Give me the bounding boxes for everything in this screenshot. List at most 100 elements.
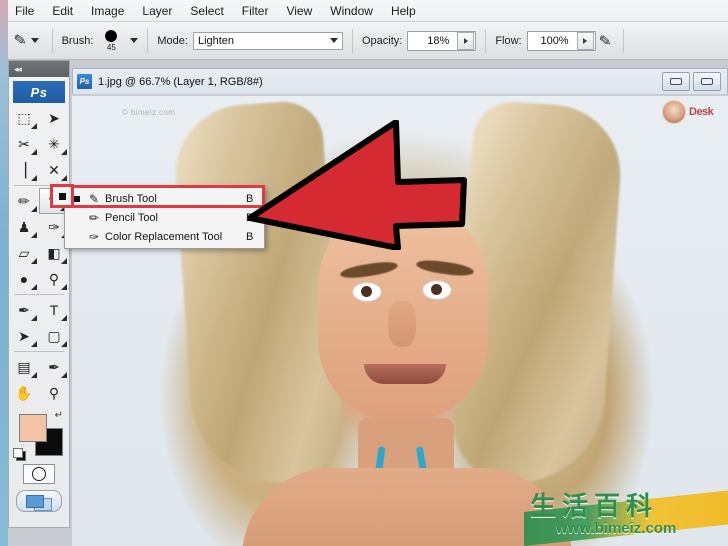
brush-tip-icon: [105, 29, 118, 42]
brush-picker-chevron-icon[interactable]: [130, 38, 139, 43]
quick-mask-toggle[interactable]: [9, 464, 69, 484]
menu-file[interactable]: File: [6, 2, 43, 20]
tool-more-icon: [61, 149, 67, 155]
tool-notes[interactable]: ▤: [9, 354, 39, 380]
brush-preview[interactable]: 45: [98, 29, 124, 52]
red-arrow-annotation: [248, 120, 467, 250]
flyout-item-pencil-tool[interactable]: ✏ Pencil Tool B: [65, 208, 264, 227]
blend-mode-select[interactable]: Lighten: [192, 31, 343, 50]
avatar-icon: [662, 100, 686, 124]
tool-more-icon: [31, 149, 37, 155]
tool-more-icon: [31, 315, 37, 321]
tool-more-icon: [31, 232, 37, 238]
tool-more-icon: [31, 175, 37, 181]
quick-mask-button[interactable]: [23, 464, 55, 484]
tool-lasso[interactable]: ✂: [9, 131, 39, 157]
menu-edit[interactable]: Edit: [43, 2, 82, 20]
watermark-url: www.bimeiz.com: [556, 520, 677, 537]
opacity-value[interactable]: 18%: [408, 35, 456, 47]
tool-clone-stamp[interactable]: ♟: [9, 214, 39, 240]
screen-mode-icon[interactable]: [16, 490, 62, 512]
toolbox-divider-3: [14, 351, 64, 352]
color-swatches[interactable]: ↵: [9, 410, 69, 461]
collapse-icon[interactable]: ◂◂: [14, 64, 22, 75]
menu-layer[interactable]: Layer: [133, 2, 181, 20]
tool-shape[interactable]: ▢: [39, 323, 69, 349]
tool-magic-wand[interactable]: ✳: [39, 131, 69, 157]
tool-marquee[interactable]: ⬚: [9, 105, 39, 131]
flow-label: Flow:: [495, 34, 522, 47]
brush-tool-flyout-menu[interactable]: ✎ Brush Tool B ✏ Pencil Tool B ✑ Color R…: [64, 186, 265, 249]
tool-more-icon: [31, 341, 37, 347]
chevron-down-icon[interactable]: [30, 38, 39, 43]
tool-more-icon: [61, 258, 67, 264]
maximize-button[interactable]: [693, 72, 721, 91]
airbrush-icon[interactable]: ✎: [595, 31, 615, 51]
tool-blur[interactable]: ●: [9, 266, 39, 292]
menu-select[interactable]: Select: [181, 2, 232, 20]
flow-stepper[interactable]: [576, 31, 594, 50]
tool-more-icon: [31, 372, 37, 378]
options-divider-2: [147, 28, 149, 53]
tool-more-icon: [31, 284, 37, 290]
flyout-item-brush-tool[interactable]: ✎ Brush Tool B: [65, 189, 264, 208]
tool-more-icon: [61, 372, 67, 378]
minimize-button[interactable]: [662, 72, 690, 91]
pencil-icon: ✏: [88, 210, 100, 225]
menu-view[interactable]: View: [277, 2, 321, 20]
menu-image[interactable]: Image: [82, 2, 133, 20]
document-icon: Ps: [77, 74, 92, 89]
active-tool-preset-picker[interactable]: ✎: [10, 31, 43, 50]
tool-more-icon: [61, 315, 67, 321]
menu-help[interactable]: Help: [382, 2, 425, 20]
blend-mode-value: Lighten: [197, 34, 235, 47]
photo-shoulders: [242, 468, 572, 546]
toolbox-highlight-box: [50, 184, 74, 208]
toolbox-group-selection[interactable]: ⬚ ➤ ✂ ✳ ⎟ ✕: [9, 105, 69, 183]
flyout-item-color-replacement-tool[interactable]: ✑ Color Replacement Tool B: [65, 227, 264, 246]
window-controls[interactable]: [662, 72, 723, 91]
tool-more-icon: [61, 284, 67, 290]
photo-mouth: [364, 364, 446, 384]
flow-value[interactable]: 100%: [528, 35, 576, 47]
tool-eraser[interactable]: ▱: [9, 240, 39, 266]
stepper-arrow-icon: [583, 37, 588, 44]
default-white-icon: [13, 448, 23, 458]
screen-mode-toggle[interactable]: [9, 490, 69, 512]
menu-bar[interactable]: File Edit Image Layer Select Filter View…: [0, 0, 728, 22]
tool-crop[interactable]: ⎟: [9, 157, 39, 183]
brush-icon: ✎: [12, 31, 28, 50]
tool-slice[interactable]: ✕: [39, 157, 69, 183]
tool-pen[interactable]: ✒: [9, 297, 39, 323]
toolbox-collapse-bar[interactable]: ◂◂: [9, 61, 69, 77]
toolbox-panel[interactable]: ◂◂ Ps ⬚ ➤ ✂ ✳ ⎟ ✕ ✏ ✎ ♟ ✑ ▱ ◧ ● ⚲ ✒ T ➤ …: [8, 60, 70, 528]
toolbox-group-vector[interactable]: ✒ T ➤ ▢: [9, 297, 69, 349]
watermark-bottom-right: 生活百科 www.bimeiz.com: [524, 486, 728, 546]
tool-eyedropper[interactable]: ✒: [39, 354, 69, 380]
tool-move[interactable]: ➤: [39, 105, 69, 131]
tool-type[interactable]: T: [39, 297, 69, 323]
tool-healing-brush[interactable]: ✏: [9, 188, 39, 214]
default-colors-icon[interactable]: [13, 448, 26, 461]
document-title-bar[interactable]: Ps 1.jpg @ 66.7% (Layer 1, RGB/8#): [72, 68, 728, 94]
mode-label: Mode:: [157, 34, 188, 47]
photoshop-logo: Ps: [13, 81, 65, 103]
menu-window[interactable]: Window: [321, 2, 382, 20]
watermark-top-text: Desk: [689, 106, 714, 118]
options-bar[interactable]: ✎ Brush: 45 Mode: Lighten Opacity: 18% F…: [0, 22, 728, 60]
menu-filter[interactable]: Filter: [233, 2, 278, 20]
tool-hand[interactable]: ✋: [9, 380, 39, 406]
opacity-stepper[interactable]: [457, 31, 475, 50]
minimize-icon: [670, 78, 682, 85]
swap-colors-icon[interactable]: ↵: [55, 410, 63, 421]
brush-icon: ✎: [88, 191, 100, 206]
opacity-field[interactable]: 18%: [407, 30, 477, 51]
foreground-color-swatch[interactable]: [19, 414, 47, 442]
photo-pupil-right: [431, 284, 442, 295]
tool-path-selection[interactable]: ➤: [9, 323, 39, 349]
blend-mode-chevron-icon[interactable]: [329, 38, 338, 43]
tool-zoom[interactable]: ⚲: [39, 380, 69, 406]
tool-dodge[interactable]: ⚲: [39, 266, 69, 292]
flow-field[interactable]: 100%: [526, 30, 596, 51]
toolbox-group-utility[interactable]: ▤ ✒ ✋ ⚲: [9, 354, 69, 406]
